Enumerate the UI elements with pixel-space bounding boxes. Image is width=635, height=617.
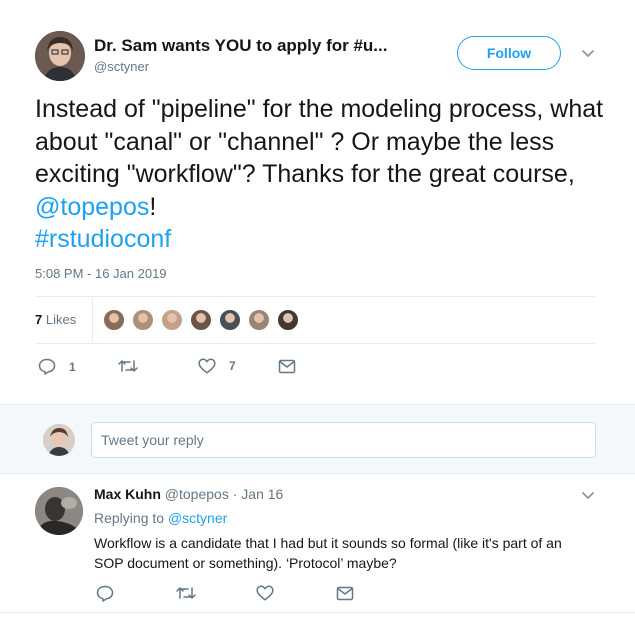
reply-reply-action[interactable] — [96, 585, 114, 602]
heart-icon[interactable] — [198, 358, 216, 374]
tweet-timestamp[interactable]: 5:08 PM - 16 Jan 2019 — [35, 266, 167, 281]
replying-to-label: Replying to — [94, 510, 165, 526]
main-tweet: Dr. Sam wants YOU to apply for #u... @sc… — [0, 0, 635, 404]
reply-dm-action[interactable] — [336, 586, 354, 601]
liker-avatar[interactable] — [247, 308, 271, 332]
divider — [0, 612, 635, 613]
reply-date[interactable]: Jan 16 — [241, 486, 283, 502]
tweet-text: Instead of "pipeline" for the modeling p… — [35, 93, 605, 256]
reply-like-action[interactable] — [256, 585, 274, 601]
reply-retweet-action[interactable] — [176, 585, 196, 601]
envelope-icon[interactable] — [336, 586, 354, 601]
reply-author-handle[interactable]: @topepos — [165, 486, 229, 502]
retweet-icon[interactable] — [118, 358, 138, 374]
reply-icon[interactable] — [96, 585, 114, 602]
liker-avatar[interactable] — [189, 308, 213, 332]
replying-to: Replying to @sctyner — [94, 510, 227, 526]
reply-text: Workflow is a candidate that I had but i… — [94, 535, 562, 571]
reply-input[interactable] — [91, 422, 596, 458]
heart-icon[interactable] — [256, 585, 274, 601]
likes-count: 7 — [35, 312, 43, 327]
author-handle[interactable]: @sctyner — [94, 59, 149, 74]
liker-avatar[interactable] — [276, 308, 300, 332]
tweet-text-body: Instead of "pipeline" for the modeling p… — [35, 95, 604, 188]
divider — [92, 298, 93, 342]
dm-action[interactable] — [278, 359, 296, 374]
replying-to-link[interactable]: @sctyner — [168, 510, 227, 526]
reply-count: 1 — [69, 359, 76, 374]
reply-dot: · — [232, 486, 238, 502]
reply-action[interactable]: 1 — [38, 358, 76, 375]
divider — [35, 343, 595, 344]
author-avatar[interactable] — [35, 31, 85, 81]
envelope-icon[interactable] — [278, 359, 296, 374]
current-user-avatar[interactable] — [43, 424, 75, 456]
chevron-down-icon[interactable] — [581, 488, 595, 506]
liker-avatar[interactable] — [160, 308, 184, 332]
liker-avatar[interactable] — [218, 308, 242, 332]
mention-link[interactable]: @topepos — [35, 193, 149, 221]
reply-author-name[interactable]: Max Kuhn — [94, 486, 161, 502]
like-action[interactable]: 7 — [198, 358, 236, 374]
author-name[interactable]: Dr. Sam wants YOU to apply for #u... — [94, 36, 387, 56]
divider — [35, 296, 595, 297]
reply-author-avatar[interactable] — [35, 487, 83, 535]
liker-avatar[interactable] — [102, 308, 126, 332]
retweet-action[interactable] — [118, 358, 151, 374]
liker-avatar[interactable] — [131, 308, 155, 332]
likes-stat[interactable]: 7 Likes — [35, 312, 76, 327]
reply-header: Max Kuhn @topepos · Jan 16 — [94, 486, 283, 502]
tweet-text-end: ! — [149, 192, 157, 221]
like-count: 7 — [229, 359, 236, 373]
retweet-icon[interactable] — [176, 585, 196, 601]
hashtag-link[interactable]: #rstudioconf — [35, 225, 171, 253]
chevron-down-icon[interactable] — [581, 46, 595, 64]
likes-word: Likes — [45, 312, 77, 327]
follow-button[interactable]: Follow — [457, 36, 561, 70]
reply-icon[interactable] — [38, 358, 56, 375]
